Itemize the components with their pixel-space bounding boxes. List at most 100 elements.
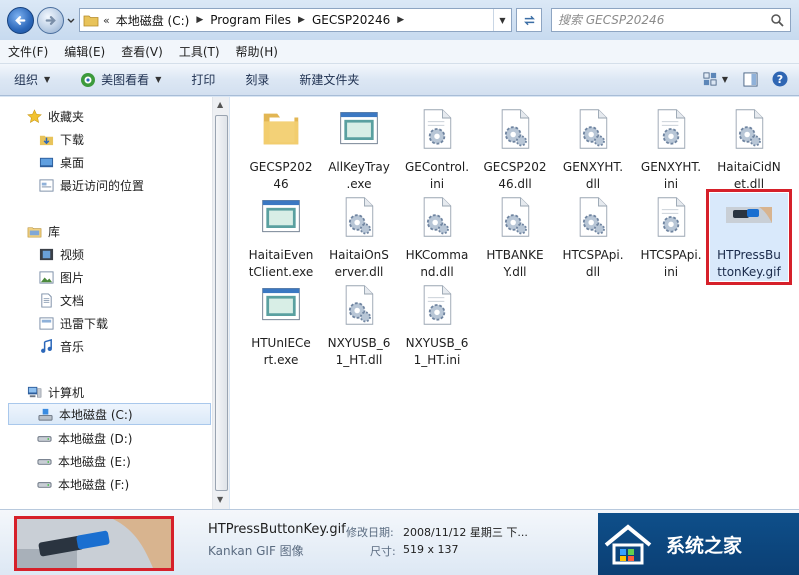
file-name: NXYUSB_6 1_HT.ini: [399, 335, 475, 369]
search-input[interactable]: [558, 13, 758, 27]
file-name-line: dll: [585, 265, 601, 279]
breadcrumb-c-drive[interactable]: 本地磁盘 (C:): [116, 12, 190, 29]
new-folder-label: 新建文件夹: [299, 73, 360, 87]
chevron-right-icon[interactable]: ▶: [298, 15, 305, 25]
menu-file[interactable]: 文件(F): [8, 43, 48, 60]
address-history-dropdown[interactable]: ▼: [493, 9, 511, 31]
windows-drive-icon: [37, 406, 53, 422]
file-item[interactable]: AllKeyTray .exe: [320, 105, 398, 193]
scroll-down-arrow[interactable]: ▼: [217, 495, 223, 504]
computer-icon: [26, 384, 42, 400]
menu-help[interactable]: 帮助(H): [236, 43, 278, 60]
menu-edit[interactable]: 编辑(E): [64, 43, 105, 60]
usb-key-preview: [17, 519, 171, 568]
file-name: GECSP202 46: [243, 159, 319, 193]
recent-pages-dropdown[interactable]: [66, 14, 76, 28]
file-name: HaitaiCidN et.dll: [711, 159, 787, 193]
file-name-line: nd.dll: [420, 265, 454, 279]
nav-thunder-downloads-label: 迅雷下载: [60, 316, 109, 331]
file-item[interactable]: GENXYHT. ini: [632, 105, 710, 193]
open-with-label: 美图看看: [101, 73, 150, 87]
file-item[interactable]: HTCSPApi. dll: [554, 193, 632, 281]
video-icon: [38, 246, 54, 262]
print-button[interactable]: 打印: [191, 71, 215, 88]
file-item[interactable]: NXYUSB_6 1_HT.dll: [320, 281, 398, 369]
nav-computer[interactable]: 计算机: [26, 381, 238, 403]
details-file-name: HTPressButtonKey.gif: [208, 522, 346, 537]
breadcrumb-program-files[interactable]: Program Files: [210, 13, 291, 27]
help-button[interactable]: ?: [771, 70, 789, 88]
details-size-value: 519 x 137: [403, 543, 459, 556]
file-name-line: GECSP202: [483, 160, 547, 174]
nav-recent-places-label: 最近访问的位置: [60, 178, 145, 193]
file-name-line: erver.dll: [334, 265, 384, 279]
caret-down-icon: ▼: [44, 75, 51, 84]
scrollbar-thumb[interactable]: [215, 115, 228, 491]
back-button[interactable]: [7, 7, 34, 34]
pictures-icon: [38, 269, 54, 285]
nav-libraries[interactable]: 库: [26, 220, 238, 242]
nav-music-label: 音乐: [60, 339, 85, 354]
file-name-line: .exe: [346, 177, 372, 191]
address-bar[interactable]: « 本地磁盘 (C:) ▶ Program Files ▶ GECSP20246…: [79, 8, 512, 32]
nav-favorites-label: 收藏夹: [48, 109, 85, 124]
burn-button[interactable]: 刻录: [245, 71, 269, 88]
file-name-line: tClient.exe: [248, 265, 314, 279]
breadcrumb-gecsp20246[interactable]: GECSP20246: [312, 13, 390, 27]
navigation-pane: 收藏夹 下载 桌面 最近访问的位置 库 视频 图片 文档 迅雷下载 音乐 计算机: [0, 97, 229, 509]
details-modified-value: 2008/11/12 星期三 下...: [403, 526, 528, 539]
nav-drive-d-label: 本地磁盘 (D:): [58, 431, 133, 446]
folder-icon: [83, 15, 99, 27]
open-with-button[interactable]: 美图看看 ▼: [80, 71, 161, 88]
dll-icon: [491, 105, 539, 153]
command-bar: 组织 ▼ 美图看看 ▼ 打印 刻录 新建文件夹 ▼ ?: [0, 64, 799, 96]
organize-button[interactable]: 组织 ▼: [14, 71, 50, 88]
file-name: HaitaiOnS erver.dll: [321, 247, 397, 281]
file-name-line: HTCSPApi.: [640, 248, 702, 262]
breadcrumb-overflow[interactable]: «: [103, 14, 110, 27]
file-item[interactable]: HTUnIECe rt.exe: [242, 281, 320, 369]
menu-view[interactable]: 查看(V): [121, 43, 163, 60]
details-file-type: Kankan GIF 图像: [208, 544, 304, 558]
file-item[interactable]: HTCSPApi. ini: [632, 193, 710, 281]
file-item[interactable]: HTBANKE Y.dll: [476, 193, 554, 281]
file-name-line: HaitaiOnS: [329, 248, 389, 262]
download-folder-icon: [38, 131, 54, 147]
chevron-right-icon[interactable]: ▶: [397, 15, 404, 25]
view-dropdown[interactable]: ▼: [721, 70, 729, 88]
nav-drive-e-label: 本地磁盘 (E:): [58, 454, 131, 469]
file-name-line: HTUnIECe: [251, 336, 311, 350]
nav-scrollbar[interactable]: ▲ ▼: [212, 97, 229, 509]
menu-tools[interactable]: 工具(T): [179, 43, 220, 60]
preview-pane-button[interactable]: [741, 70, 759, 88]
chevron-right-icon[interactable]: ▶: [196, 15, 203, 25]
hard-drive-icon: [36, 430, 52, 446]
file-name: HTCSPApi. dll: [555, 247, 631, 281]
nav-drive-c[interactable]: 本地磁盘 (C:): [8, 403, 211, 425]
nav-favorites[interactable]: 收藏夹: [26, 105, 238, 127]
file-item[interactable]: GENXYHT. dll: [554, 105, 632, 193]
search-icon[interactable]: [770, 13, 784, 27]
refresh-button[interactable]: [516, 8, 542, 32]
file-name: HTUnIECe rt.exe: [243, 335, 319, 369]
file-item[interactable]: HKComma nd.dll: [398, 193, 476, 281]
thunder-download-icon: [38, 315, 54, 331]
file-item[interactable]: GEControl. ini: [398, 105, 476, 193]
preview-thumbnail: [14, 516, 174, 571]
file-name-line: GEControl.: [404, 160, 470, 174]
file-item[interactable]: NXYUSB_6 1_HT.ini: [398, 281, 476, 369]
file-item[interactable]: HaitaiOnS erver.dll: [320, 193, 398, 281]
file-item[interactable]: HaitaiEven tClient.exe: [242, 193, 320, 281]
view-options-button[interactable]: [701, 70, 719, 88]
recent-places-icon: [38, 177, 54, 193]
forward-button[interactable]: [37, 7, 64, 34]
file-name: HTBANKE Y.dll: [477, 247, 553, 281]
exe-icon: [257, 281, 305, 329]
new-folder-button[interactable]: 新建文件夹: [299, 71, 359, 88]
scroll-up-arrow[interactable]: ▲: [217, 100, 223, 109]
file-name-line: HaitaiCidN: [717, 160, 781, 174]
arrow-right-icon: [45, 16, 56, 25]
file-item[interactable]: HaitaiCidN et.dll: [710, 105, 788, 193]
file-item[interactable]: GECSP202 46.dll: [476, 105, 554, 193]
file-item[interactable]: GECSP202 46: [242, 105, 320, 193]
